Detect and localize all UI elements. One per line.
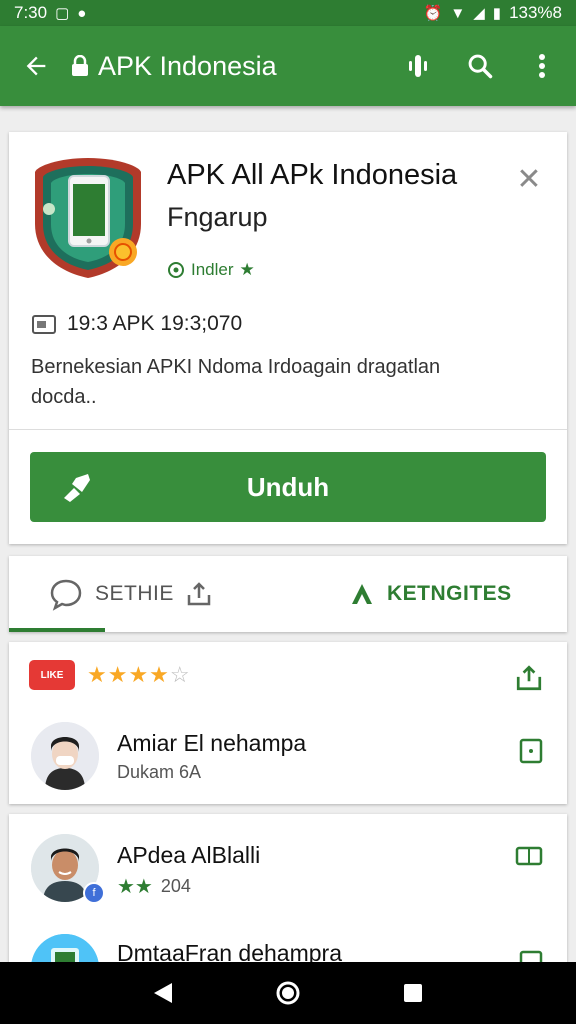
nav-home-button[interactable] (268, 973, 308, 1013)
reviewer-name[interactable]: APdea AlBlalli (117, 842, 260, 869)
rating-stars: ★★ (117, 876, 153, 898)
app-detail-card: APK All APk Indonesia Fngarup ✕ Indler ★… (9, 132, 567, 544)
nav-recents-button[interactable] (393, 973, 433, 1013)
more-options-button[interactable] (518, 42, 566, 90)
review-card: LIKE ★★★★☆ Amiar El nehampa Dukam 6A (9, 642, 567, 804)
recents-nav-icon (404, 984, 423, 1002)
search-icon (468, 54, 493, 79)
app-bar: APK Indonesia (0, 26, 576, 106)
share-icon[interactable] (515, 664, 543, 692)
bookmark-icon[interactable] (519, 738, 543, 764)
app-description: Bernekesian APKI Ndoma Irdoagain dragatl… (31, 356, 441, 408)
nav-back-button[interactable] (143, 973, 183, 1013)
close-icon: ✕ (516, 163, 542, 196)
app-meta: 19:3 APK 19:3;070 (31, 312, 242, 336)
status-time: 7:30 (14, 3, 48, 22)
voice-button[interactable] (394, 42, 442, 90)
verified-badge: f (83, 882, 105, 904)
battery-icon: ▮ (492, 5, 502, 22)
android-icon (352, 584, 372, 604)
back-arrow-icon (26, 56, 46, 76)
download-icon (64, 474, 90, 502)
lock-icon (72, 55, 88, 76)
chat-icon (50, 579, 82, 611)
installed-status: Indler ★ (167, 260, 255, 280)
bookmark-icon[interactable] (515, 846, 543, 866)
battery-percent: 133%8 (509, 3, 562, 22)
close-button[interactable]: ✕ (511, 162, 547, 198)
tab-share[interactable]: SETHIE (49, 556, 212, 632)
tab-ratings[interactable]: KETNGITES (349, 556, 512, 632)
star-badge-icon: ★ (239, 260, 255, 279)
reviewer-rating: ★★ 204 (117, 874, 191, 899)
messenger-icon: ● (77, 4, 87, 22)
home-nav-icon (276, 981, 300, 1005)
avatar[interactable] (31, 722, 99, 790)
search-button[interactable] (456, 42, 504, 90)
app-meta-text: 19:3 APK 19:3;070 (67, 312, 243, 335)
tabs-bar: SETHIE KETNGITES (9, 556, 567, 632)
reviewer-sub: Dukam 6A (117, 762, 202, 782)
divider (9, 429, 567, 430)
like-badge: LIKE (29, 660, 75, 690)
download-label: Unduh (246, 471, 330, 502)
installed-label: Indler (191, 260, 234, 279)
tab-ratings-label: KETNGITES (387, 582, 512, 605)
app-shield-icon[interactable] (29, 154, 147, 282)
download-button[interactable]: Unduh (30, 452, 546, 522)
notification-icon: ▢ (55, 5, 70, 22)
back-button[interactable] (10, 40, 62, 92)
reviewer-sub: 204 (160, 876, 191, 896)
app-developer[interactable]: Fngarup (167, 202, 268, 233)
voice-icon (409, 55, 427, 77)
app-bar-title-group: APK Indonesia (62, 51, 394, 82)
tab-indicator (9, 628, 105, 632)
rating-stars: ★★★★☆ (87, 662, 191, 687)
wifi-icon: ▼ (450, 4, 466, 22)
more-vert-icon (539, 54, 545, 78)
install-check-icon (168, 262, 184, 278)
app-title: APK All APk Indonesia (167, 159, 458, 191)
status-bar: 7:30 ▢ ● ⏰ ▼ ◢ ▮ 133%8 (0, 0, 576, 26)
alarm-icon: ⏰ (423, 5, 443, 22)
system-nav-bar (0, 962, 576, 1024)
share-icon (187, 582, 211, 606)
signal-icon: ◢ (473, 5, 485, 22)
back-nav-icon (153, 983, 172, 1003)
reviewer-name[interactable]: Amiar El nehampa (117, 730, 306, 757)
rating-row: LIKE ★★★★☆ (29, 660, 191, 690)
review-card: f APdea AlBlalli ★★ 204 DmtaaFran dehamp… (9, 814, 567, 1002)
tab-share-label: SETHIE (95, 582, 174, 605)
app-bar-title: APK Indonesia (98, 50, 277, 81)
calendar-icon (32, 315, 56, 334)
